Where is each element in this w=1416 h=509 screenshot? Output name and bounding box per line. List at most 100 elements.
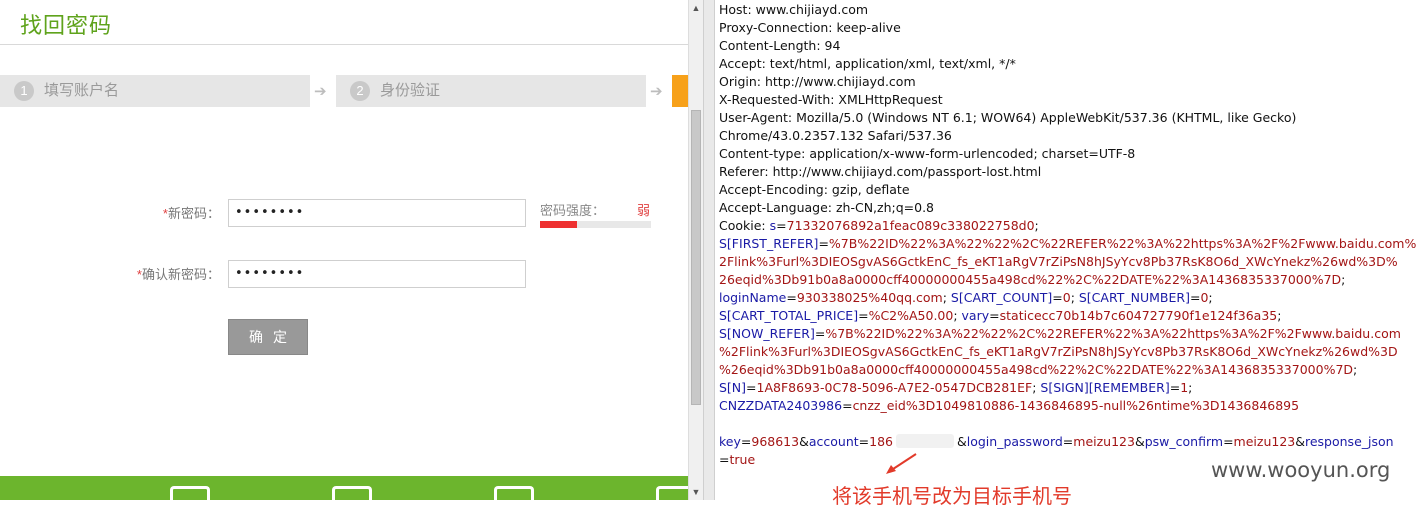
header-line: Origin: http://www.chijiayd.com [719,74,916,89]
step-arrow-icon: ➔ [650,83,663,100]
cookie-line: 2Flink%3Furl%3DIEOSgvAS6GctkEnC_fs_eKT1a… [719,253,1398,271]
param-name: S[N] [719,380,747,395]
param-name: account [808,434,859,449]
request-body-line: =true [719,451,755,469]
header-line: User-Agent: Mozilla/5.0 (Windows NT 6.1;… [719,110,1297,125]
header-line: Content-type: application/x-www-form-url… [719,146,1136,161]
param-value: 26eqid%3Db91b0a8a0000cff40000000455a498c… [719,272,1342,287]
scrollbar-thumb[interactable] [691,110,701,405]
param-value: 0 [1062,290,1071,305]
separator: ; [1277,308,1282,323]
confirm-password-input[interactable]: •••••••• [228,260,526,288]
separator: ; [1188,380,1193,395]
separator: = [818,236,829,251]
param-name: response_json [1304,434,1394,449]
separator: ; [953,308,962,323]
param-value: 1A8F8693-0C78-5096-A7E2-0547DCB281EF [756,380,1033,395]
cookie-line: loginName = 930338025%40qq.com; S[CART_COU… [719,289,1213,307]
param-name: S[CART_COUNT] [950,290,1053,305]
param-value: 1 [1180,380,1189,395]
param-value: meizu123 [1233,434,1296,449]
step-number: 1 [14,81,34,101]
pane-splitter[interactable] [703,0,715,500]
scroll-down-icon[interactable]: ▼ [689,484,703,500]
header-line: Referer: http://www.chijiayd.com/passpor… [719,164,1042,179]
new-password-input[interactable]: •••••••• [228,199,526,227]
title-divider [0,44,688,45]
param-value: 2Flink%3Furl%3DIEOSgvAS6GctkEnC_fs_eKT1a… [719,254,1398,269]
param-value: 186 [869,434,893,449]
separator: = [842,398,853,413]
footer-icon [494,486,534,500]
separator: ; [1353,362,1358,377]
separator: = [989,308,1000,323]
separator: & [957,434,967,449]
param-value: %2Flink%3Furl%3DIEOSgvAS6GctkEnC_fs_eKT1… [719,344,1398,359]
step-1: 1 填写账户名 [0,75,310,107]
annotation-text: 将该手机号改为目标手机号 [832,486,1072,508]
param-name: S[CART_NUMBER] [1078,290,1190,305]
cookie-line: CNZZDATA2403986=cnzz_eid%3D1049810886-14… [719,397,1299,415]
confirm-button[interactable]: 确定 [228,319,308,355]
separator: = [1169,380,1181,395]
param-name: key [719,434,741,449]
confirm-password-label: *确认新密码： [136,267,220,282]
step-2: 2 身份验证 [336,75,646,107]
param-value: %7B%22ID%22%3A%22%22%2C%22REFER%22%3A%22… [828,236,1416,251]
param-name: login_password [966,434,1063,449]
step-3-active [672,75,688,107]
param-value: staticecc70b14b7c604727790f1e124f36a35 [999,308,1278,323]
separator: & [1134,434,1145,449]
header-line: Host: www.chijiayd.com [719,2,869,17]
param-value: %26eqid%3Db91b0a8a0000cff40000000455a498… [719,362,1354,377]
footer-icon [332,486,372,500]
separator: = [858,434,870,449]
password-strength-bar [540,221,651,228]
param-value: %C2%A50.00 [868,308,954,323]
param-name: S[CART_TOTAL_PRICE] [719,308,859,323]
cookie-line: Cookie: s=71332076892a1feac089c338022758… [719,217,1039,235]
separator: = [746,380,757,395]
param-name: S[NOW_REFER] [719,326,815,341]
header-line: Accept-Encoding: gzip, deflate [719,182,910,197]
separator: = [740,434,752,449]
header-line: X-Requested-With: XMLHttpRequest [719,92,943,107]
header-line: Accept: text/html, application/xml, text… [719,56,1016,71]
separator: = [814,326,826,341]
param-value: cnzz_eid%3D1049810886-1436846895-null%26… [852,398,1300,413]
footer-icon [656,486,688,500]
vertical-scrollbar[interactable]: ▲ ▼ [688,0,703,500]
cookie-line: S[CART_TOTAL_PRICE]=%C2%A50.00; vary=sta… [719,307,1281,325]
param-name: CNZZDATA2403986 [719,398,843,413]
separator: = [858,308,869,323]
new-password-label: *新密码： [162,206,220,221]
http-request-pane: Host: www.chijiayd.com Proxy-Connection: … [715,0,1416,500]
header-line: Proxy-Connection: keep-alive [719,20,901,35]
separator: = [776,218,787,233]
separator: ; [942,290,951,305]
param-value: 968613 [751,434,800,449]
password-strength-value: 弱 [637,203,651,218]
separator: & [1295,434,1305,449]
separator: & [799,434,809,449]
separator: ; [1208,290,1213,305]
password-reset-page: 找回密码 1 填写账户名 ➔ 2 身份验证 ➔ *新密码： •••••••• 密… [0,0,688,500]
password-strength-fill [540,221,577,228]
header-line: Content-Length: 94 [719,38,841,53]
param-name: vary [961,308,990,323]
param-name: loginName [719,290,787,305]
cookie-line: %26eqid%3Db91b0a8a0000cff40000000455a498… [719,361,1357,379]
step-arrow-icon: ➔ [314,83,327,100]
param-value: 930338025%40qq.com [796,290,943,305]
cookie-line: S[NOW_REFER]=%7B%22ID%22%3A%22%22%2C%22R… [719,325,1401,343]
separator: ; [1341,272,1346,287]
separator: = [1223,434,1234,449]
footer-icon [170,486,210,500]
param-name: S[SIGN][REMEMBER] [1040,380,1170,395]
watermark: www.wooyun.org [1211,458,1391,482]
separator: = [1052,290,1063,305]
scroll-up-icon[interactable]: ▲ [689,0,703,16]
cookie-line: S[N]=1A8F8693-0C78-5096-A7E2-0547DCB281E… [719,379,1192,397]
param-value: true [729,452,756,467]
param-name: psw_confirm [1144,434,1224,449]
